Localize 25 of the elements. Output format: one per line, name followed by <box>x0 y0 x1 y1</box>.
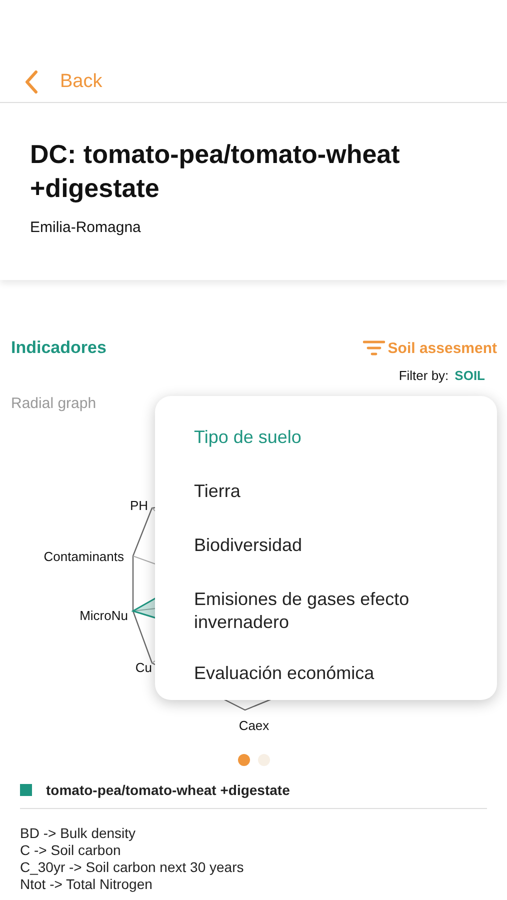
axis-label: Caex <box>238 718 270 733</box>
axis-label: MicroNu <box>80 608 128 623</box>
axis-label: Cu <box>135 660 152 675</box>
axis-label: PH <box>130 498 148 513</box>
note-line: Ntot -> Total Nitrogen <box>20 876 154 893</box>
filter-by-label: Filter by: <box>398 368 449 383</box>
menu-item[interactable]: Biodiversidad <box>155 526 497 568</box>
note-line: C_30yr -> Soil carbon next 30 years <box>20 859 245 876</box>
menu-item[interactable]: Tipo de suelo <box>155 418 497 460</box>
chart-title: Radial graph <box>10 395 98 412</box>
section-title: Indicadores <box>11 338 106 358</box>
menu-item[interactable]: Evaluación económica <box>155 654 497 696</box>
page-dot[interactable] <box>238 754 250 766</box>
note-line: C -> Soil carbon <box>20 842 122 859</box>
page-dot[interactable] <box>258 754 270 766</box>
filter-value[interactable]: SOIL <box>454 368 485 383</box>
region-label: Emilia-Romagna <box>30 219 142 236</box>
legend-label: tomato-pea/tomato-wheat +digestate <box>46 782 290 798</box>
filter-icon <box>362 339 385 357</box>
menu-item[interactable]: Tierra <box>155 472 497 514</box>
axis-label: Contaminants <box>44 549 124 564</box>
back-icon[interactable] <box>24 70 38 94</box>
page-title: DC: tomato-pea/tomato-wheat +digestate <box>30 138 401 205</box>
note-line: BD -> Bulk density <box>20 825 137 842</box>
menu-item[interactable]: Emisiones de gases efecto invernadero <box>155 580 497 642</box>
